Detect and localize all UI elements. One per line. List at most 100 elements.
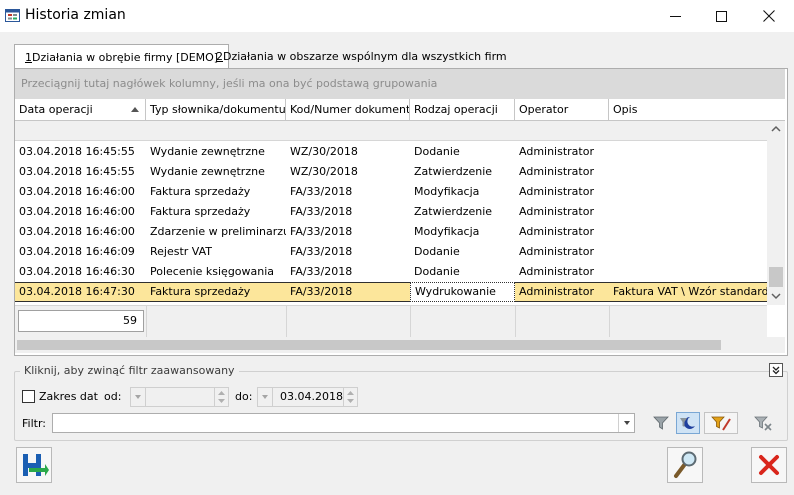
minimize-icon [669, 15, 681, 17]
column-header-rodzaj[interactable]: Rodzaj operacji [410, 99, 515, 121]
column-header-label: Rodzaj operacji [414, 103, 498, 116]
preview-button[interactable] [667, 447, 703, 483]
minimize-button[interactable] [652, 0, 698, 32]
filter-mode-toggle[interactable] [676, 412, 700, 434]
table-row[interactable]: 03.04.2018 16:46:09 Rejestr VAT FA/33/20… [15, 242, 767, 262]
date-to-dropdown[interactable] [258, 388, 273, 406]
tab-shared-actions[interactable]: 2 Działania w obszarze wspólnym dla wszy… [206, 44, 517, 68]
filter-panel-toggle[interactable]: Kliknij, aby zwinąć filtr zaawansowany [20, 364, 239, 377]
date-from-field[interactable] [130, 387, 229, 407]
date-from-spinner[interactable] [214, 388, 228, 406]
funnel-clear-icon [754, 416, 772, 431]
tab-company-actions[interactable]: 1 Działania w obrębie firmy [DEMO] [14, 44, 230, 70]
export-history-button[interactable] [16, 447, 52, 483]
cell-opis [609, 222, 767, 242]
funnel-moon-icon [680, 416, 695, 429]
cell-rodzaj-focused[interactable]: Wydrukowanie [410, 282, 515, 302]
cell-operator: Administrator [519, 165, 594, 178]
cell-operator: Administrator [519, 245, 594, 258]
chevron-down-icon [135, 395, 141, 399]
table-row[interactable]: 03.04.2018 16:46:00 Faktura sprzedaży FA… [15, 202, 767, 222]
column-header-operator[interactable]: Operator [515, 99, 609, 121]
cell-kod: FA/33/2018 [290, 265, 353, 278]
cell-rodzaj: Dodanie [414, 145, 460, 158]
close-red-x-icon [759, 455, 779, 475]
group-by-area[interactable]: Przeciągnij tutaj nagłówek kolumny, jeśl… [15, 69, 785, 99]
filter-combobox[interactable] [52, 413, 635, 433]
vertical-scrollbar[interactable] [767, 121, 785, 305]
funnel-icon [653, 416, 669, 430]
maximize-icon [715, 10, 727, 22]
close-window-button[interactable] [746, 0, 792, 32]
horizontal-scroll-thumb[interactable] [17, 340, 721, 350]
horizontal-scrollbar[interactable] [15, 337, 785, 353]
history-export-icon [23, 454, 49, 476]
table-row[interactable]: 03.04.2018 16:46:00 Faktura sprzedaży FA… [15, 182, 767, 202]
cell-rodzaj: Zatwierdzenie [414, 165, 493, 178]
cell-operator: Administrator [519, 225, 594, 238]
grid-filter-row[interactable] [15, 121, 767, 141]
cell-operator: Administrator [515, 282, 609, 302]
apply-filter-button[interactable] [649, 412, 673, 434]
collapse-filter-button[interactable] [769, 363, 783, 377]
vertical-scroll-thumb[interactable] [769, 267, 783, 287]
date-range-checkbox[interactable] [22, 390, 35, 403]
column-header-label: Opis [613, 103, 638, 116]
cell-typ: Wydanie zewnętrzne [150, 165, 265, 178]
cell-opis [609, 262, 767, 282]
tab-label: Działania w obrębie firmy [DEMO] [32, 51, 219, 64]
date-to-value: 03.04.2018 [280, 390, 343, 403]
cell-typ: Faktura sprzedaży [146, 282, 286, 302]
spin-up-icon [347, 391, 354, 395]
cell-opis [609, 242, 767, 262]
record-count: 59 [18, 310, 144, 332]
cell-opis [609, 142, 767, 162]
scroll-up-icon[interactable] [771, 125, 781, 132]
cell-typ: Faktura sprzedaży [150, 205, 251, 218]
date-from-dropdown[interactable] [131, 388, 146, 406]
cell-opis [609, 162, 767, 182]
table-row-selected[interactable]: 03.04.2018 16:47:30 Faktura sprzedaży FA… [15, 282, 767, 302]
cell-typ: Faktura sprzedaży [150, 185, 251, 198]
table-row[interactable]: 03.04.2018 16:46:00 Zdarzenie w prelimin… [15, 222, 767, 242]
filter-label: Filtr: [22, 417, 46, 430]
date-to-field[interactable]: 03.04.2018 [257, 387, 358, 407]
cell-kod: FA/33/2018 [290, 225, 353, 238]
filter-dropdown-button[interactable] [618, 414, 635, 432]
cell-kod: WZ/30/2018 [290, 145, 358, 158]
cell-operator: Administrator [519, 145, 594, 158]
title-bar: Historia zmian [0, 0, 794, 32]
history-app-icon [5, 9, 20, 22]
cell-rodzaj: Modyfikacja [414, 225, 480, 238]
table-row[interactable]: 03.04.2018 16:45:55 Wydanie zewnętrzne W… [15, 142, 767, 162]
column-header-typ[interactable]: Typ słownika/dokumentu [146, 99, 286, 121]
cell-opis: Faktura VAT \ Wzór standard [609, 282, 767, 302]
build-filter-button[interactable] [704, 412, 738, 434]
cell-rodzaj: Dodanie [414, 265, 460, 278]
grid-summary-row: 59 [15, 305, 767, 338]
history-grid: Data operacji Typ słownika/dokumentu Kod… [15, 99, 785, 353]
spin-down-icon [347, 399, 354, 403]
table-row[interactable]: 03.04.2018 16:46:30 Polecenie księgowani… [15, 262, 767, 282]
clear-filter-button[interactable] [748, 412, 778, 434]
cell-opis [609, 182, 767, 202]
funnel-edit-icon [711, 416, 731, 431]
magnifier-icon [674, 451, 697, 478]
column-header-kod[interactable]: Kod/Numer dokumentu [286, 99, 410, 121]
scroll-down-icon[interactable] [771, 293, 781, 300]
cell-typ: Zdarzenie w preliminarzu... [150, 225, 286, 238]
chevron-down-icon [262, 395, 268, 399]
close-dialog-button[interactable] [751, 447, 787, 483]
cell-opis [609, 202, 767, 222]
close-icon [763, 10, 775, 22]
cell-data: 03.04.2018 16:45:55 [19, 145, 135, 158]
spin-up-icon [218, 391, 225, 395]
sort-ascending-icon [131, 107, 139, 112]
date-to-spinner[interactable] [343, 388, 357, 406]
table-row[interactable]: 03.04.2018 16:45:55 Wydanie zewnętrzne W… [15, 162, 767, 182]
cell-operator: Administrator [519, 185, 594, 198]
column-header-opis[interactable]: Opis [609, 99, 785, 121]
cell-kod: WZ/30/2018 [290, 165, 358, 178]
column-header-data-operacji[interactable]: Data operacji [15, 99, 146, 121]
maximize-button[interactable] [698, 0, 744, 32]
